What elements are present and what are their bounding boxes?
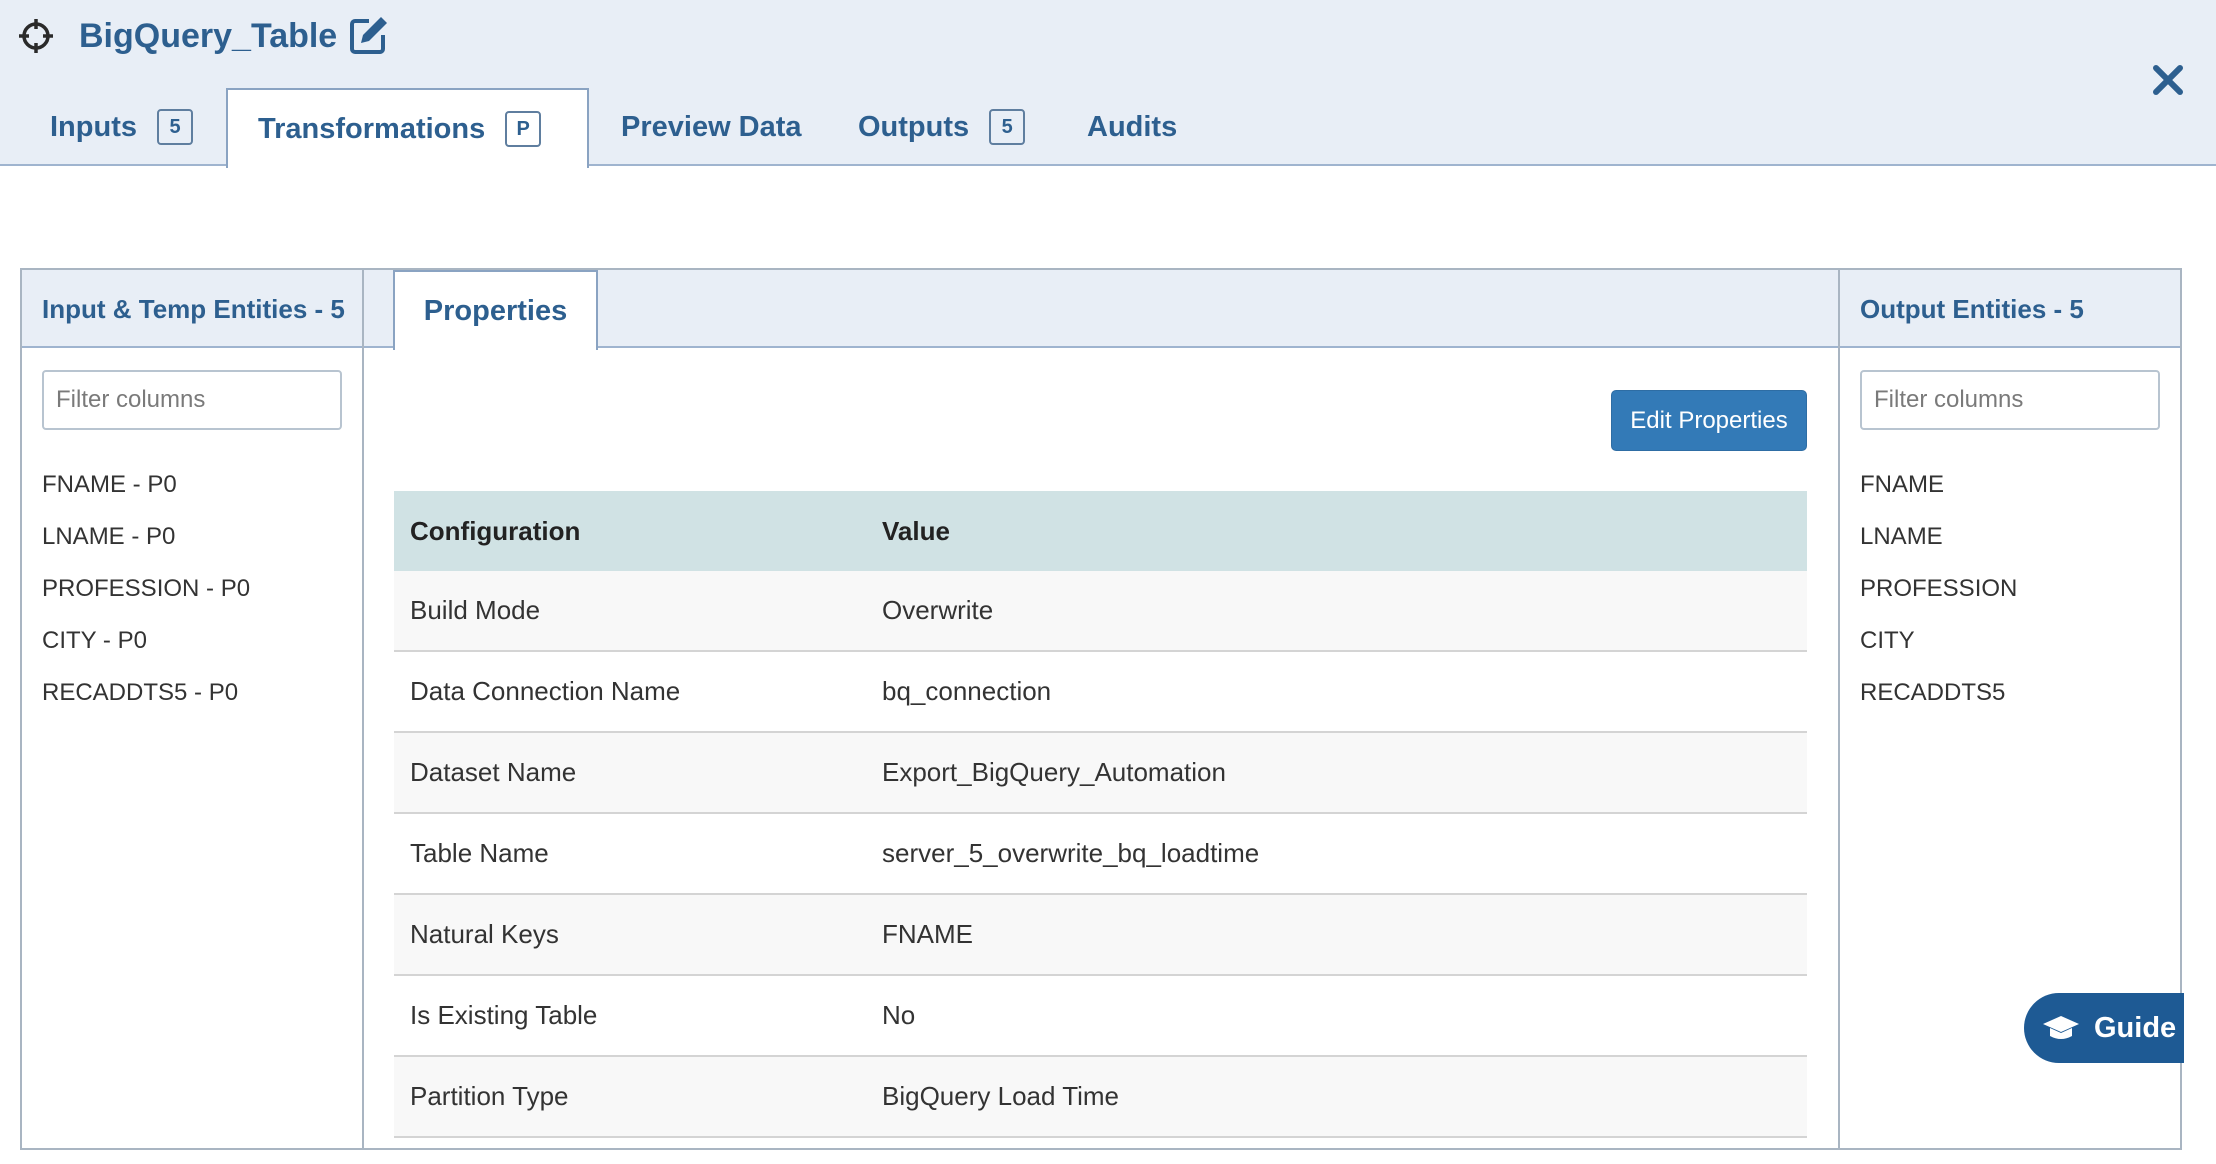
config-value: FNAME	[866, 894, 1807, 976]
config-value: Export_BigQuery_Automation	[866, 732, 1807, 814]
config-value: Overwrite	[866, 571, 1807, 652]
list-item[interactable]: LNAME - P0	[42, 522, 250, 574]
list-item[interactable]: PROFESSION - P0	[42, 574, 250, 626]
input-entities-title: Input & Temp Entities - 5	[42, 294, 345, 324]
status-badge: P	[505, 111, 542, 147]
output-entity-list: FNAME LNAME PROFESSION CITY RECADDTS5	[1860, 470, 2017, 730]
tab-properties[interactable]: Properties	[393, 270, 598, 350]
crosshair-icon	[19, 19, 53, 53]
config-value: server_5_overwrite_bq_loadtime	[866, 813, 1807, 895]
list-item[interactable]: FNAME	[1860, 470, 2017, 522]
divider	[362, 268, 364, 1150]
config-name: Partition Type	[394, 1056, 866, 1138]
column-header: Value	[866, 491, 1807, 571]
page-title: BigQuery_Table	[79, 17, 338, 55]
list-item[interactable]: FNAME - P0	[42, 470, 250, 522]
input-filter-field[interactable]	[42, 370, 342, 430]
config-name: Build Mode	[394, 571, 866, 652]
column-header: Configuration	[394, 491, 866, 571]
tab-inputs[interactable]: Inputs 5	[20, 88, 223, 166]
list-item[interactable]: PROFESSION	[1860, 574, 2017, 626]
count-badge: 5	[157, 109, 193, 145]
table-row: Partition Type BigQuery Load Time	[394, 1056, 1807, 1138]
list-item[interactable]: RECADDTS5	[1860, 678, 2017, 730]
tab-label: Preview Data	[621, 110, 802, 143]
config-name: Is Existing Table	[394, 975, 866, 1057]
tab-preview-data[interactable]: Preview Data	[591, 88, 832, 166]
graduation-cap-icon	[2043, 1016, 2079, 1039]
tab-audits[interactable]: Audits	[1057, 88, 1207, 166]
list-item[interactable]: LNAME	[1860, 522, 2017, 574]
guide-button[interactable]: Guide	[2024, 993, 2184, 1063]
config-name: Table Name	[394, 813, 866, 895]
table-row: Build Mode Overwrite	[394, 571, 1807, 652]
config-value: BigQuery Load Time	[866, 1056, 1807, 1138]
list-item[interactable]: CITY - P0	[42, 626, 250, 678]
table-header-row: Configuration Value	[394, 491, 1807, 571]
input-entity-list: FNAME - P0 LNAME - P0 PROFESSION - P0 CI…	[42, 470, 250, 730]
tab-outputs[interactable]: Outputs 5	[828, 88, 1055, 166]
config-value: No	[866, 975, 1807, 1057]
output-entities-title: Output Entities - 5	[1860, 294, 2084, 324]
config-name: Natural Keys	[394, 894, 866, 976]
tab-label: Audits	[1087, 110, 1178, 143]
properties-table: Configuration Value Build Mode Overwrite…	[394, 491, 1807, 1138]
tab-label: Outputs	[858, 110, 970, 143]
close-icon[interactable]	[2146, 58, 2190, 102]
table-row: Table Name server_5_overwrite_bq_loadtim…	[394, 813, 1807, 895]
edit-icon[interactable]	[347, 13, 391, 57]
config-name: Dataset Name	[394, 732, 866, 814]
table-row: Is Existing Table No	[394, 975, 1807, 1057]
table-row: Data Connection Name bq_connection	[394, 651, 1807, 733]
list-item[interactable]: RECADDTS5 - P0	[42, 678, 250, 730]
output-filter-field[interactable]	[1860, 370, 2160, 430]
tab-label: Transformations	[258, 112, 486, 145]
table-row: Natural Keys FNAME	[394, 894, 1807, 976]
divider	[1838, 268, 1840, 1150]
config-name: Data Connection Name	[394, 651, 866, 733]
list-item[interactable]: CITY	[1860, 626, 2017, 678]
tab-label: Inputs	[50, 110, 137, 143]
tab-transformations[interactable]: Transformations P	[226, 88, 589, 168]
top-bar: BigQuery_Table Inputs 5 Transformations …	[0, 0, 2216, 168]
edit-properties-button[interactable]: Edit Properties	[1611, 390, 1807, 451]
count-badge: 5	[989, 109, 1026, 145]
config-value: bq_connection	[866, 651, 1807, 733]
table-row: Dataset Name Export_BigQuery_Automation	[394, 732, 1807, 814]
guide-label: Guide	[2094, 1011, 2177, 1044]
